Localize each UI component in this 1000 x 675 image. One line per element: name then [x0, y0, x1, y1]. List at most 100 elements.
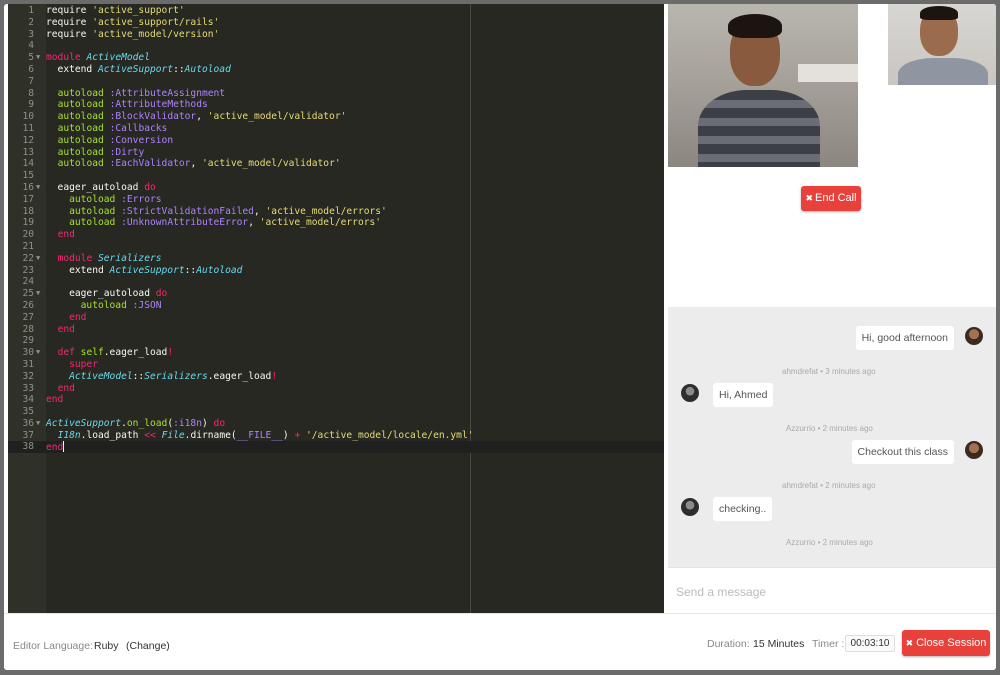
code-line[interactable]: 28 end	[8, 324, 664, 336]
fold-toggle-icon[interactable]: ▼	[36, 253, 40, 265]
duration-label: Duration:	[707, 638, 750, 650]
editor-language-label: Editor Language:	[13, 640, 93, 652]
code-text: autoload :Dirty	[57, 146, 145, 158]
code-line[interactable]: 6 extend ActiveSupport::Autoload	[8, 64, 664, 76]
line-number: 36	[22, 417, 34, 429]
code-line[interactable]: 36 ▼ ActiveSupport.on_load(:i18n) do	[8, 418, 664, 430]
code-text: eager_autoload do	[46, 288, 168, 300]
code-line[interactable]: 29	[8, 335, 664, 347]
footer-bar: Editor Language: Ruby (Change) Duration:…	[4, 613, 996, 670]
code-text: def self.eager_load!	[57, 347, 174, 359]
fold-toggle-icon[interactable]: ▼	[36, 288, 40, 300]
code-line[interactable]: 4	[8, 40, 664, 52]
line-number: 14	[22, 158, 34, 170]
end-call-button[interactable]: ✖ End Call	[801, 186, 861, 211]
code-line[interactable]: 16 ▼ eager_autoload do	[8, 182, 664, 194]
line-number: 19	[22, 217, 34, 229]
code-line[interactable]: 3 require 'active_model/version'	[8, 29, 664, 41]
code-line[interactable]: 30 ▼ def self.eager_load!	[8, 347, 664, 359]
chat-panel: Hi, good afternoon ahmdrefat • 3 minutes…	[668, 307, 996, 567]
code-line[interactable]: 12 autoload :Conversion	[8, 135, 664, 147]
code-text: module ActiveModel	[46, 52, 150, 64]
code-text: end	[57, 229, 75, 241]
line-number: 12	[22, 134, 34, 146]
code-line[interactable]: 31 super	[8, 359, 664, 371]
editor-language-value: Ruby	[94, 640, 119, 652]
code-line[interactable]: 17 autoload :Errors	[8, 194, 664, 206]
code-line[interactable]: 33 end	[8, 383, 664, 395]
code-line[interactable]: 10 autoload :BlockValidator, 'active_mod…	[8, 111, 664, 123]
line-number: 31	[22, 358, 34, 370]
code-line[interactable]: 11 autoload :Callbacks	[8, 123, 664, 135]
chat-bubble: Checkout this class	[851, 440, 954, 464]
line-number: 6	[28, 63, 34, 75]
code-line[interactable]: 8 autoload :AttributeAssignment	[8, 88, 664, 100]
code-text: end	[69, 311, 87, 323]
code-line[interactable]: 1 require 'active_support'	[8, 5, 664, 17]
code-line[interactable]: 22 ▼ module Serializers	[8, 253, 664, 265]
code-line[interactable]: 7	[8, 76, 664, 88]
code-text: require 'active_support/rails'	[46, 16, 220, 28]
code-line[interactable]: 32 ActiveModel::Serializers.eager_load!	[8, 371, 664, 383]
code-text: autoload :Errors	[69, 193, 162, 205]
line-number: 34	[22, 394, 34, 406]
code-text: autoload :Callbacks	[57, 122, 168, 134]
code-line[interactable]: 2 require 'active_support/rails'	[8, 17, 664, 29]
code-line[interactable]: 13 autoload :Dirty	[8, 147, 664, 159]
code-line[interactable]: 24	[8, 276, 664, 288]
code-line[interactable]: 37 I18n.load_path << File.dirname(__FILE…	[8, 430, 664, 442]
chat-meta: Azzurrio • 2 minutes ago	[786, 538, 873, 547]
line-number: 26	[22, 299, 34, 311]
message-composer	[668, 567, 996, 613]
code-line[interactable]: 20 end	[8, 229, 664, 241]
code-line[interactable]: 21	[8, 241, 664, 253]
fold-toggle-icon[interactable]: ▼	[36, 418, 40, 430]
end-call-label: End Call	[814, 192, 857, 204]
app-window: 1 require 'active_support' 2 require 'activ…	[4, 4, 996, 670]
code-line[interactable]: 25 ▼ eager_autoload do	[8, 288, 664, 300]
code-line[interactable]: 9 autoload :AttributeMethods	[8, 99, 664, 111]
line-number: 35	[22, 406, 34, 418]
code-line[interactable]: 34 end	[8, 394, 664, 406]
line-number: 4	[28, 40, 34, 52]
code-line[interactable]: 18 autoload :StrictValidationFailed, 'ac…	[8, 206, 664, 218]
code-line[interactable]: 5 ▼ module ActiveModel	[8, 52, 664, 64]
fold-toggle-icon[interactable]: ▼	[36, 52, 40, 64]
code-text: eager_autoload do	[46, 181, 156, 193]
avatar	[965, 327, 983, 345]
line-number: 38	[22, 441, 34, 453]
remote-video	[668, 4, 858, 167]
chat-meta: Azzurrio • 2 minutes ago	[786, 424, 873, 433]
close-session-button[interactable]: ✖ Close Session	[902, 630, 990, 656]
chat-meta: ahmdrefat • 2 minutes ago	[782, 481, 876, 490]
line-number: 17	[22, 193, 34, 205]
line-number: 11	[22, 122, 34, 134]
line-number: 24	[22, 276, 34, 288]
message-input[interactable]	[676, 582, 976, 602]
fold-toggle-icon[interactable]: ▼	[36, 182, 40, 194]
code-line[interactable]: 14 autoload :EachValidator, 'active_mode…	[8, 158, 664, 170]
code-line[interactable]: 19 autoload :UnknownAttributeError, 'act…	[8, 217, 664, 229]
close-session-label: Close Session	[916, 637, 987, 649]
line-number: 16	[22, 181, 34, 193]
code-line[interactable]: 35	[8, 406, 664, 418]
change-language-link[interactable]: (Change)	[126, 640, 170, 652]
code-line[interactable]: 26 autoload :JSON	[8, 300, 664, 312]
avatar	[965, 441, 983, 459]
line-number: 30	[22, 347, 34, 359]
avatar	[681, 384, 699, 402]
code-line[interactable]: 38 end	[8, 441, 664, 453]
line-number: 2	[28, 16, 34, 28]
code-text: require 'active_support'	[46, 5, 185, 16]
line-number: 27	[22, 311, 34, 323]
fold-toggle-icon[interactable]: ▼	[36, 347, 40, 359]
code-line[interactable]: 27 end	[8, 312, 664, 324]
line-number: 22	[22, 252, 34, 264]
code-editor[interactable]: 1 require 'active_support' 2 require 'activ…	[8, 4, 664, 613]
code-line[interactable]: 15	[8, 170, 664, 182]
code-line[interactable]: 23 extend ActiveSupport::Autoload	[8, 265, 664, 277]
code-text: super	[69, 358, 98, 370]
code-text: end	[46, 394, 64, 406]
line-number: 33	[22, 382, 34, 394]
code-lines[interactable]: 1 require 'active_support' 2 require 'activ…	[8, 5, 664, 453]
